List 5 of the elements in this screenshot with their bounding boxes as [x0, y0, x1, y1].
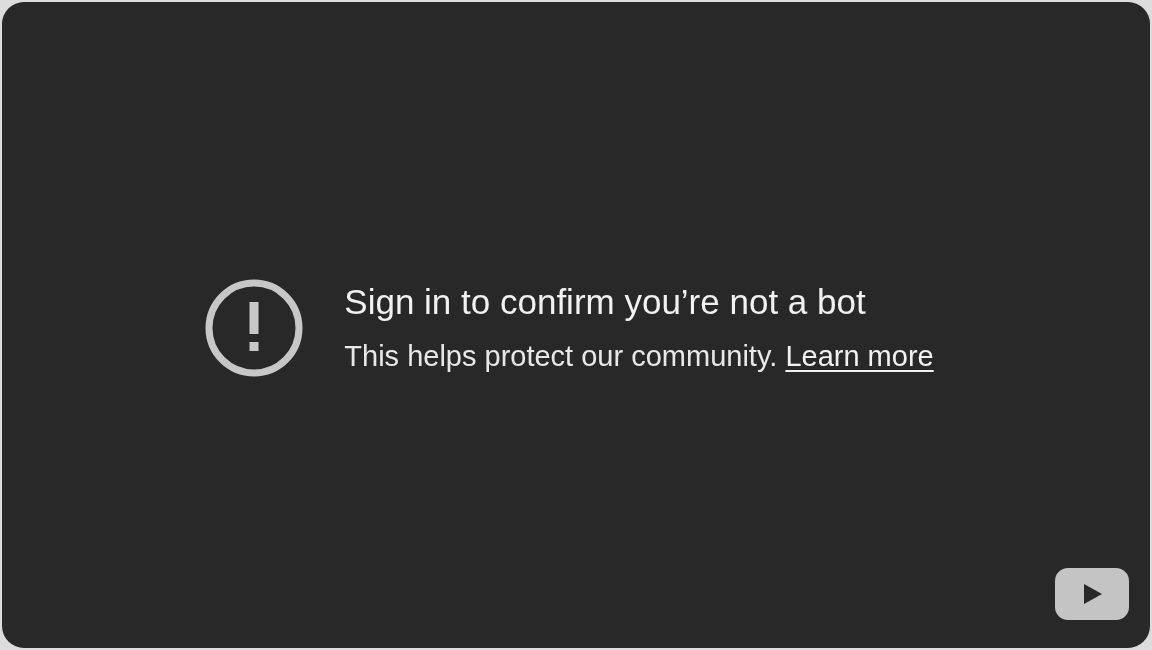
learn-more-link[interactable]: Learn more	[785, 339, 934, 372]
message-text: This helps protect our community. Learn more	[344, 340, 934, 373]
play-logo-icon[interactable]	[1055, 568, 1129, 620]
message-title: Sign in to confirm you’re not a bot	[344, 283, 867, 319]
alert-icon	[204, 278, 305, 378]
